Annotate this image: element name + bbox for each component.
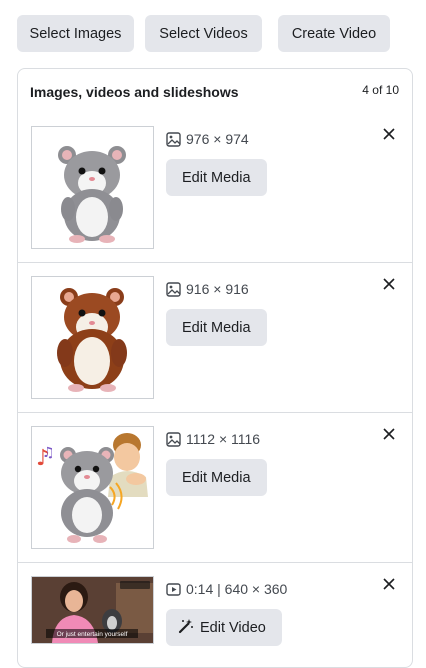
edit-media-button[interactable]: Edit Media xyxy=(166,459,267,496)
media-panel: Images, videos and slideshows 4 of 10 97… xyxy=(17,68,413,668)
image-icon xyxy=(166,281,181,297)
hamster-with-child-image: ♪ ♫ xyxy=(32,427,153,548)
media-thumbnail[interactable]: Or just entertain yourself xyxy=(31,576,154,644)
panel-title: Images, videos and slideshows xyxy=(30,84,239,100)
edit-video-button[interactable]: Edit Video xyxy=(166,609,282,646)
svg-text:♫: ♫ xyxy=(42,445,55,461)
media-thumbnail[interactable] xyxy=(31,276,154,399)
dimensions-text: 0:14 | 640 × 360 xyxy=(186,581,288,597)
brown-hamster-image xyxy=(32,277,153,398)
close-icon[interactable] xyxy=(381,126,397,142)
close-icon[interactable] xyxy=(381,576,397,592)
dimensions-text: 976 × 974 xyxy=(186,131,249,147)
select-videos-button[interactable]: Select Videos xyxy=(145,15,262,52)
dimensions-text: 916 × 916 xyxy=(186,281,249,297)
media-item: 976 × 974 Edit Media xyxy=(18,126,412,263)
edit-media-button[interactable]: Edit Media xyxy=(166,309,267,346)
media-dimensions: 916 × 916 xyxy=(166,281,249,297)
create-video-button[interactable]: Create Video xyxy=(278,15,390,52)
video-icon xyxy=(166,582,181,597)
media-dimensions: 1112 × 1116 xyxy=(166,431,260,447)
media-item: 916 × 916 Edit Media xyxy=(18,276,412,413)
media-dimensions: 0:14 | 640 × 360 xyxy=(166,581,287,597)
magic-wand-icon xyxy=(178,618,194,638)
media-thumbnail[interactable] xyxy=(31,126,154,249)
video-caption-text: Or just entertain yourself xyxy=(57,631,128,638)
media-thumbnail[interactable]: ♪ ♫ xyxy=(31,426,154,549)
media-item: Or just entertain yourself 0:14 | 640 × … xyxy=(18,576,412,656)
dimensions-text: 1112 × 1116 xyxy=(186,431,261,447)
media-count: 4 of 10 xyxy=(362,83,399,97)
image-icon xyxy=(166,131,181,147)
video-thumbnail-image: Or just entertain yourself xyxy=(32,577,153,643)
edit-media-label: Edit Media xyxy=(182,319,251,336)
media-item: ♪ ♫ 1112 × 1116 Edit Media xyxy=(18,426,412,563)
media-dimensions: 976 × 974 xyxy=(166,131,249,147)
edit-media-button[interactable]: Edit Media xyxy=(166,159,267,196)
select-images-button[interactable]: Select Images xyxy=(17,15,134,52)
close-icon[interactable] xyxy=(381,426,397,442)
grey-hamster-image xyxy=(32,127,153,248)
image-icon xyxy=(166,431,181,447)
edit-media-label: Edit Media xyxy=(182,469,251,486)
edit-media-label: Edit Media xyxy=(182,169,251,186)
close-icon[interactable] xyxy=(381,276,397,292)
edit-video-label: Edit Video xyxy=(200,619,266,636)
